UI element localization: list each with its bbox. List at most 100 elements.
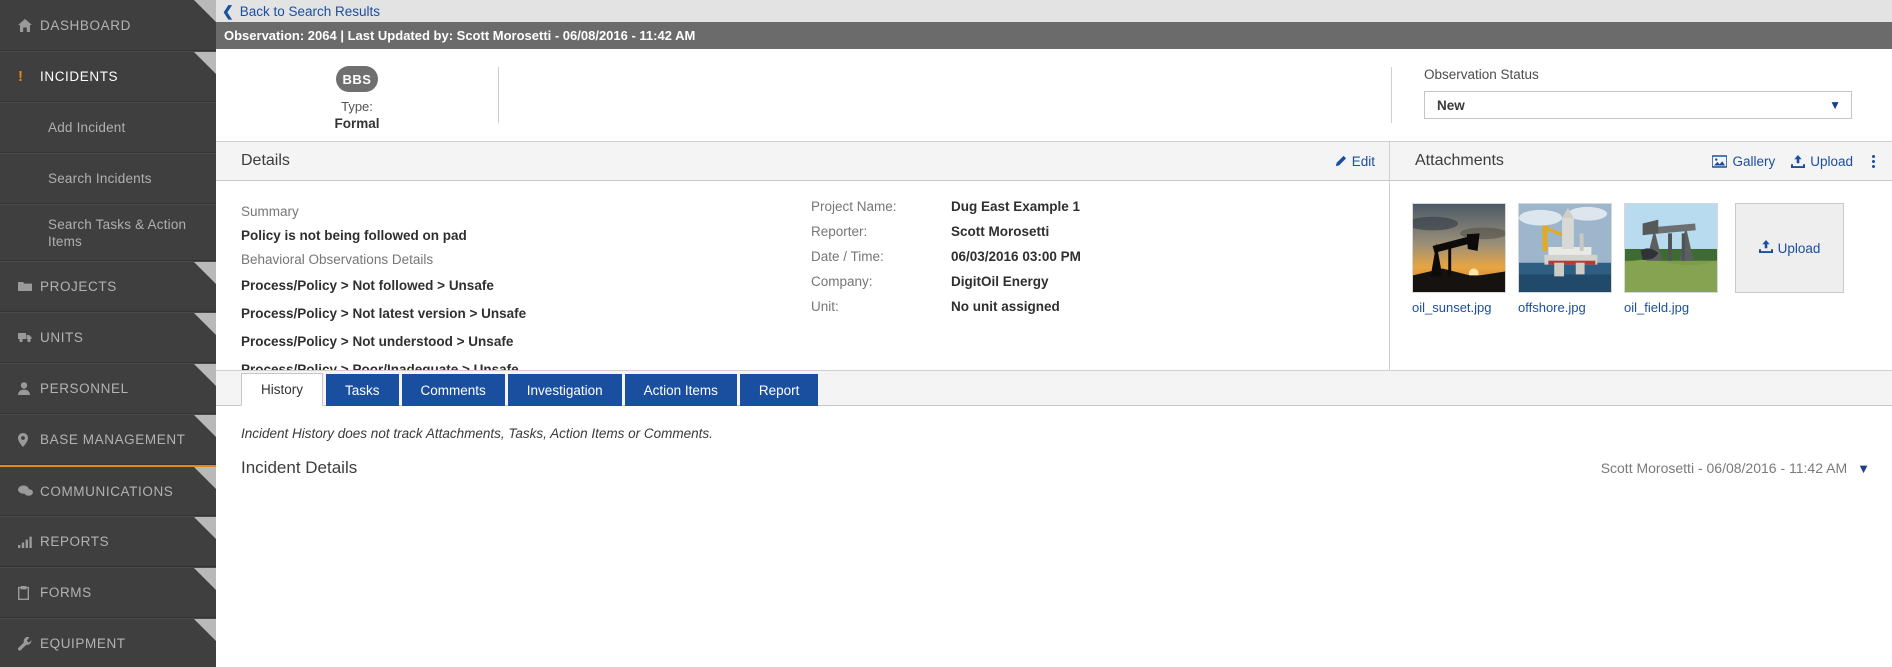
gallery-label: Gallery: [1732, 153, 1776, 169]
attachment-item: oil_field.jpg: [1624, 203, 1718, 315]
sidebar-item-communications[interactable]: COMMUNICATIONS: [0, 465, 216, 516]
wrench-icon: [18, 636, 40, 651]
history-entry-meta-toggle[interactable]: Scott Morosetti - 06/08/2016 - 11:42 AM …: [1601, 460, 1870, 476]
sidebar-item-projects[interactable]: PROJECTS: [0, 261, 216, 312]
sidebar-item-label: INCIDENTS: [40, 69, 119, 84]
map-pin-icon: [18, 432, 40, 447]
detail-field-row: Company: DigitOil Energy: [811, 274, 1389, 289]
type-value: Formal: [334, 116, 380, 131]
sidebar-item-reports[interactable]: REPORTS: [0, 516, 216, 567]
type-label: Type:: [341, 99, 373, 114]
sidebar-item-base-management[interactable]: BASE MANAGEMENT: [0, 414, 216, 465]
sidebar-item-incidents[interactable]: ! INCIDENTS: [0, 51, 216, 102]
sidebar: DASHBOARD ! INCIDENTS Add Incident Searc…: [0, 0, 216, 667]
exclamation-icon: !: [18, 68, 24, 85]
chevron-left-icon: ❮: [222, 3, 234, 19]
clipboard-icon: [18, 585, 40, 600]
back-link-label: Back to Search Results: [239, 3, 381, 19]
observation-status-block: Observation Status New ▼: [1392, 49, 1892, 141]
attachment-filename[interactable]: oil_sunset.jpg: [1412, 300, 1506, 315]
detail-field-key: Project Name:: [811, 199, 897, 214]
observation-status-value: New: [1437, 97, 1465, 113]
back-to-search-results-link[interactable]: ❮ Back to Search Results: [222, 4, 380, 19]
attachment-thumbnail[interactable]: [1518, 203, 1612, 293]
observation-info-text: Observation: 2064 | Last Updated by: Sco…: [224, 28, 696, 43]
attachment-item: oil_sunset.jpg: [1412, 203, 1506, 315]
tab-label: Action Items: [643, 382, 718, 398]
attachment-thumbnail[interactable]: [1624, 203, 1718, 293]
tab-label: Report: [758, 382, 800, 398]
attachment-filename[interactable]: oil_field.jpg: [1624, 300, 1718, 315]
history-entry: Incident Details Scott Morosetti - 06/08…: [241, 458, 1870, 478]
details-body: Summary Policy is not being followed on …: [216, 181, 1389, 384]
detail-field-row: Date / Time: 06/03/2016 03:00 PM: [811, 249, 1389, 264]
upload-box-label: Upload: [1777, 240, 1821, 256]
pumpjack-sunset-art: [1413, 204, 1505, 292]
sidebar-item-equipment[interactable]: EQUIPMENT: [0, 618, 216, 667]
upload-label: Upload: [1810, 153, 1853, 169]
attachment-thumbnail[interactable]: [1412, 203, 1506, 293]
sidebar-item-dashboard[interactable]: DASHBOARD: [0, 0, 216, 51]
attachment-item: offshore.jpg: [1518, 203, 1612, 315]
tab-comments[interactable]: Comments: [401, 374, 505, 406]
app-root: DASHBOARD ! INCIDENTS Add Incident Searc…: [0, 0, 1892, 667]
summary-label: Summary: [241, 204, 299, 219]
sidebar-item-label: EQUIPMENT: [40, 636, 126, 651]
sidebar-item-label: Search Tasks & Action Items: [48, 216, 187, 249]
history-tab-content: Incident History does not track Attachme…: [216, 406, 1892, 478]
tab-investigation[interactable]: Investigation: [507, 374, 622, 406]
tab-report[interactable]: Report: [739, 374, 819, 406]
detail-field-value: DigitOil Energy: [951, 274, 1049, 289]
upload-icon: [1791, 154, 1806, 168]
sidebar-item-search-incidents[interactable]: Search Incidents: [0, 153, 216, 204]
upload-icon: [1758, 240, 1773, 256]
edit-button[interactable]: Edit: [1334, 154, 1375, 169]
attachment-filename[interactable]: offshore.jpg: [1518, 300, 1612, 315]
sidebar-item-search-tasks-action-items[interactable]: Search Tasks & Action Items: [0, 204, 216, 261]
detail-field-value: No unit assigned: [951, 299, 1060, 314]
observation-status-label: Observation Status: [1424, 67, 1539, 82]
upload-button[interactable]: Upload: [1791, 154, 1853, 169]
sidebar-item-personnel[interactable]: PERSONNEL: [0, 363, 216, 414]
tab-history[interactable]: History: [241, 373, 324, 406]
detail-field-key: Company:: [811, 274, 873, 289]
details-panel-header: Details Edit: [216, 142, 1389, 181]
tab-bar: History Tasks Comments Investigation Act…: [216, 370, 1892, 406]
history-entry-title: Incident Details: [241, 458, 358, 477]
observation-status-select[interactable]: New ▼: [1424, 91, 1852, 119]
sidebar-item-label: PROJECTS: [40, 279, 117, 294]
detail-field-key: Unit:: [811, 299, 839, 314]
sidebar-item-units[interactable]: UNITS: [0, 312, 216, 363]
person-icon: [18, 382, 40, 395]
sidebar-item-forms[interactable]: FORMS: [0, 567, 216, 618]
pencil-icon: [1334, 155, 1347, 168]
more-options-icon[interactable]: [1869, 154, 1878, 168]
history-note: Incident History does not track Attachme…: [241, 426, 713, 441]
attachments-panel-header: Attachments Gallery Upload: [1390, 142, 1892, 181]
sidebar-item-add-incident[interactable]: Add Incident: [0, 102, 216, 153]
tab-label: Investigation: [526, 382, 603, 398]
offshore-rig-art: [1519, 204, 1611, 292]
sidebar-item-label: UNITS: [40, 330, 84, 345]
edit-label: Edit: [1351, 153, 1375, 169]
behavioral-observations-label: Behavioral Observations Details: [241, 252, 434, 267]
attachments-body: oil_sunset.jpg offshore.jpg oil_field.jp…: [1390, 181, 1892, 315]
tab-tasks[interactable]: Tasks: [326, 374, 399, 406]
observation-info-bar: Observation: 2064 | Last Updated by: Sco…: [216, 22, 1892, 49]
detail-field-key: Reporter:: [811, 224, 868, 239]
details-right-column: Project Name: Dug East Example 1 Reporte…: [776, 199, 1389, 384]
tab-action-items[interactable]: Action Items: [624, 374, 737, 406]
sidebar-item-label: COMMUNICATIONS: [40, 483, 174, 499]
observation-item: Process/Policy > Not followed > Unsafe: [241, 278, 494, 293]
bbs-badge: BBS: [336, 66, 378, 92]
detail-field-value: Dug East Example 1: [951, 199, 1081, 214]
details-panel: Details Edit Summary Policy is not being…: [216, 142, 1390, 384]
gallery-button[interactable]: Gallery: [1712, 154, 1775, 169]
detail-field-key: Date / Time:: [811, 249, 884, 264]
attachments-actions: Gallery Upload: [1712, 154, 1878, 169]
tab-label: Tasks: [345, 382, 380, 398]
upload-dropzone-button[interactable]: Upload: [1735, 203, 1844, 293]
details-attachments-row: Details Edit Summary Policy is not being…: [216, 142, 1892, 384]
image-icon: [1712, 154, 1728, 168]
history-entry-meta: Scott Morosetti - 06/08/2016 - 11:42 AM: [1600, 460, 1848, 476]
